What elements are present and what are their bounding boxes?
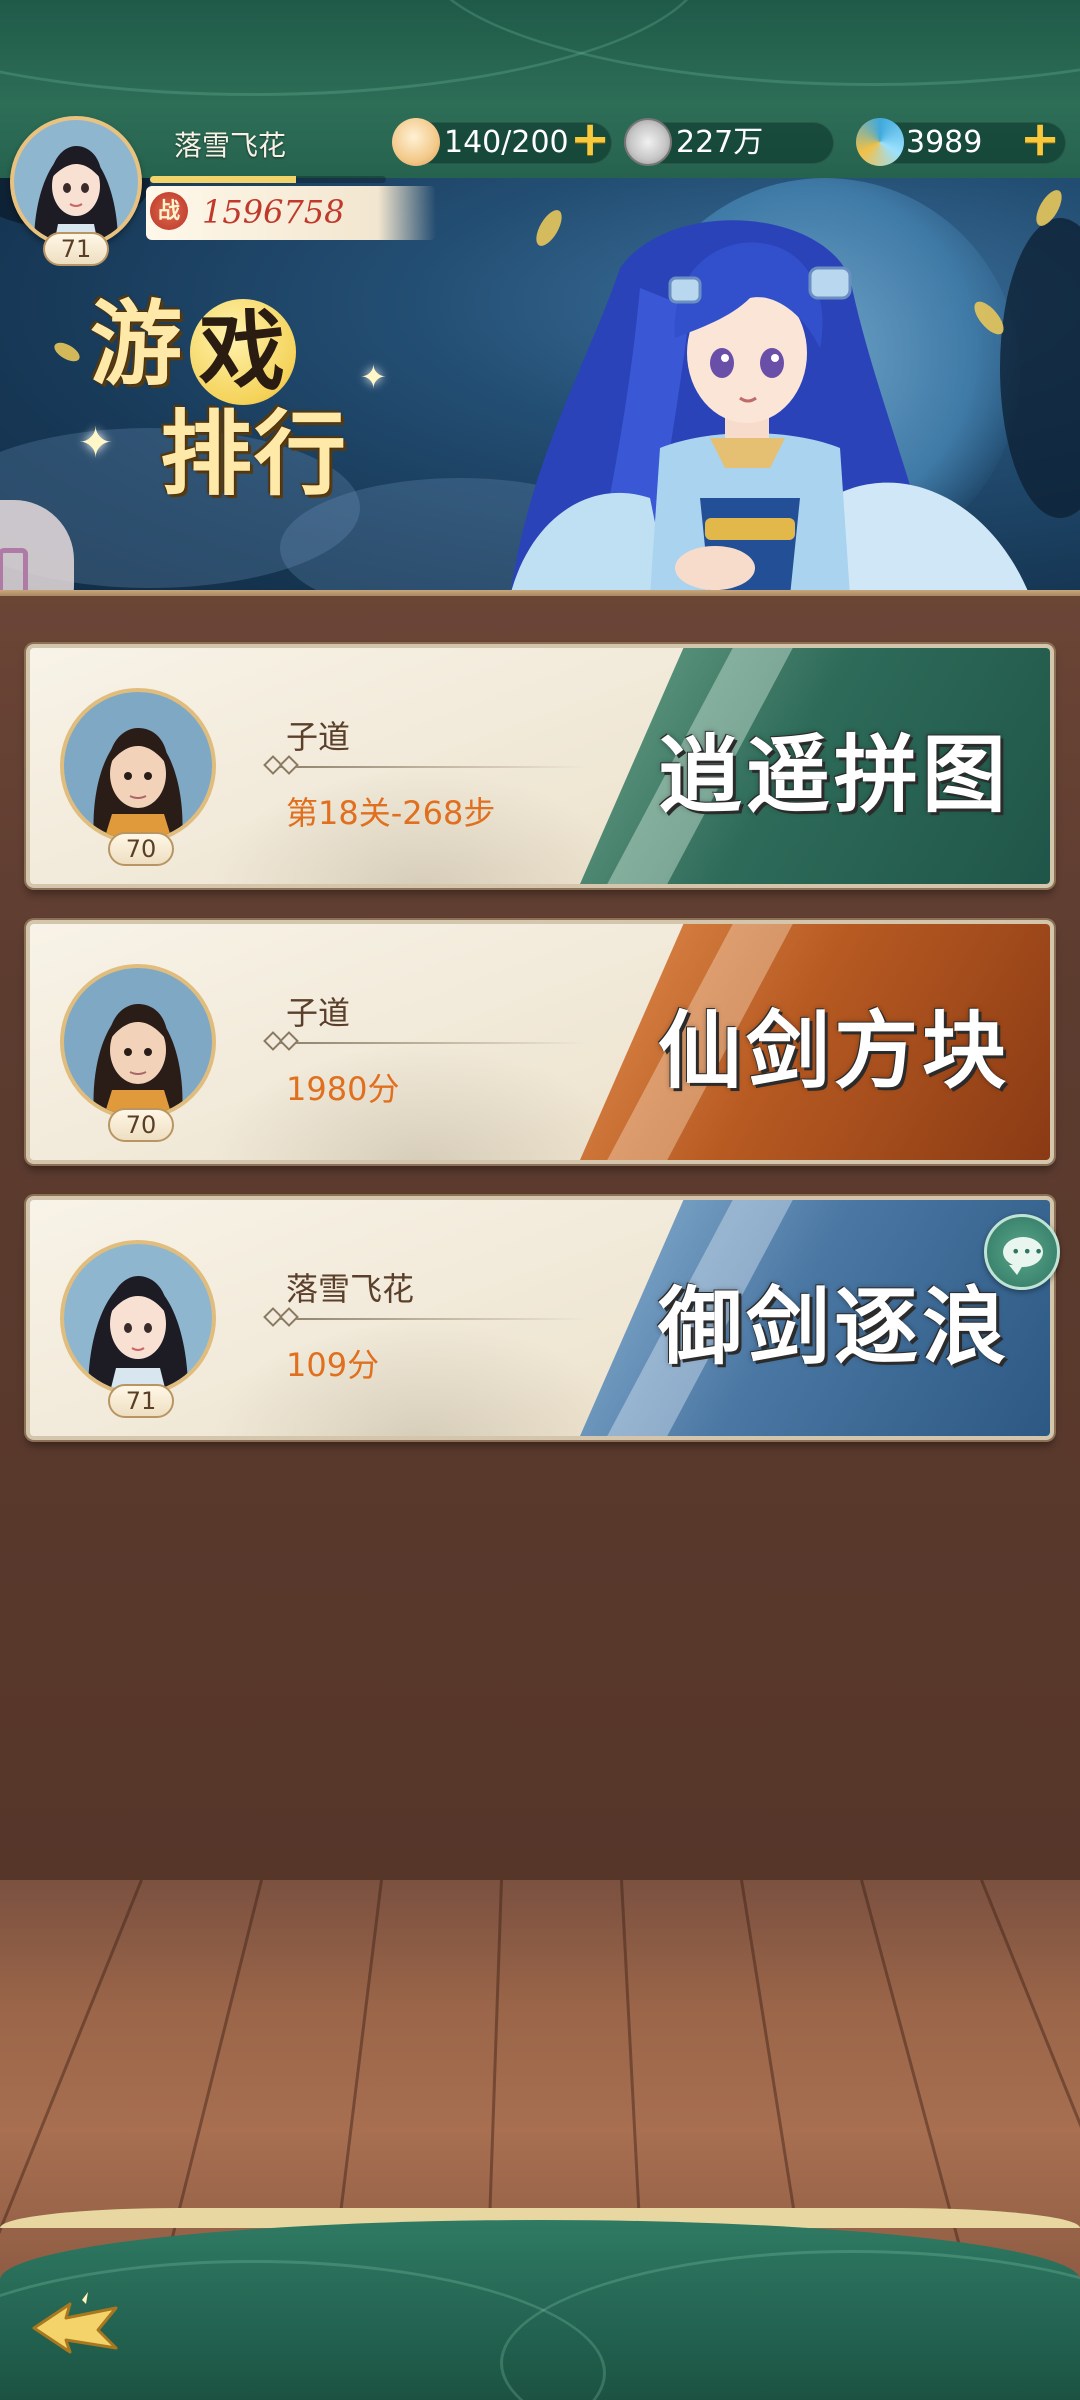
banner: 游戏 排行 ✦ ✦ [0,178,1080,596]
divider-line [266,1318,586,1320]
male-portrait [64,968,212,1116]
rank-avatar [60,964,216,1120]
mountain-mist [210,1320,630,1436]
game-title: 逍遥拼图 [657,725,1010,824]
ranking-card-jigsaw[interactable]: 70 子道 第18关-268步 逍遥拼图 [26,644,1054,888]
gamepad-icon [0,548,28,596]
rank-score: 第18关-268步 [286,794,496,832]
mountain-mist [210,1044,630,1160]
player-portrait [14,120,138,244]
exp-bar [150,176,386,183]
title-highlight: 戏 [190,299,297,406]
combat-power-icon: 战 [150,192,188,230]
game-title: 御剑逐浪 [657,1277,1010,1376]
exp-fill [150,176,297,183]
combat-power-value: 1596758 [202,193,345,231]
rank-level-badge: 71 [108,1384,174,1418]
sparkle-icon: ✦ [360,358,387,396]
resource-jade-value: 3989 [906,125,983,160]
chat-button[interactable]: ••• [984,1214,1060,1290]
divider-line [266,1042,586,1044]
title-part-3: 排行 [160,400,349,508]
resource-stamina-value: 140/200 [444,125,569,160]
rank-player-name: 子道 [286,994,351,1032]
back-arrow-icon[interactable] [26,2290,126,2360]
silver-coin-icon [624,118,672,166]
heroine-illustration [510,220,1030,596]
add-jade-button[interactable]: + [1020,115,1060,163]
sparkle-icon: ✦ [78,418,114,467]
player-level-badge: 71 [43,232,109,266]
rank-score: 109分 [286,1346,380,1384]
ranking-card-surf[interactable]: 71 落雪飞花 109分 御剑逐浪 [26,1196,1054,1440]
rank-avatar [60,688,216,844]
game-title: 仙剑方块 [657,1001,1010,1100]
male-portrait [64,692,212,840]
rank-player-name: 子道 [286,718,351,756]
add-stamina-button[interactable]: + [570,115,610,163]
title-part-1: 游 [90,290,185,398]
player-name: 落雪飞花 [174,129,287,162]
falling-leaf [51,338,83,366]
resource-silver-value: 227万 [676,125,764,160]
rank-score: 1980分 [286,1070,400,1108]
divider-line [266,766,586,768]
rank-avatar [60,1240,216,1396]
bottom-frame [0,2220,1080,2400]
ranking-card-blocks[interactable]: 70 子道 1980分 仙剑方块 [26,920,1054,1164]
female-portrait [64,1244,212,1392]
bun-icon [392,118,440,166]
rank-level-badge: 70 [108,1108,174,1142]
jade-swirl-icon [856,118,904,166]
rank-level-badge: 70 [108,832,174,866]
rank-player-name: 落雪飞花 [286,1270,415,1308]
player-avatar[interactable] [10,116,142,248]
